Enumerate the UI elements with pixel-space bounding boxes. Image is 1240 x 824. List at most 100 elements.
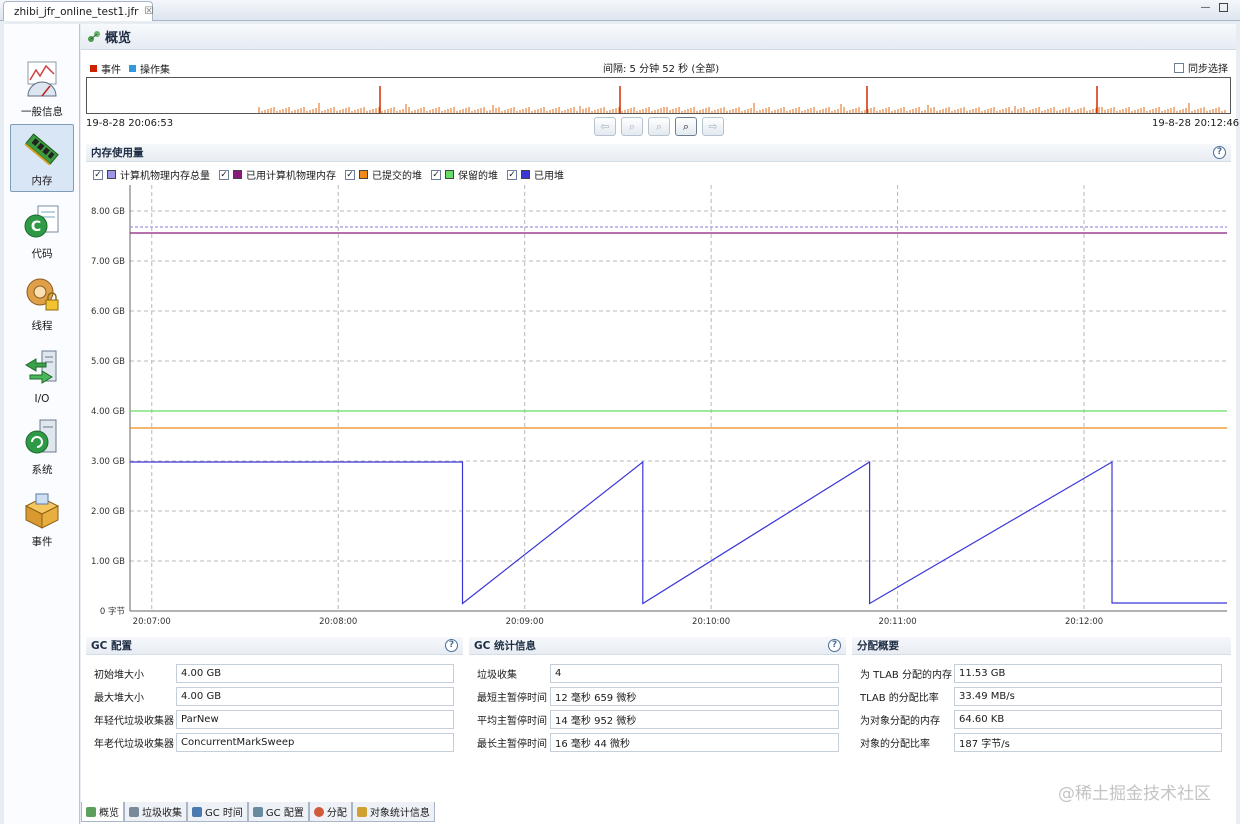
events-legend-label: 事件 (101, 65, 121, 76)
stat-value: 14 毫秒 952 微秒 (550, 709, 839, 729)
trash-icon (129, 806, 139, 817)
tab-gc-time[interactable]: GC 时间 (187, 802, 248, 822)
editor-tab-title: zhibi_jfr_online_test1.jfr (14, 5, 139, 18)
overview-icon (86, 806, 96, 817)
nav-label-threads: 线程 (31, 320, 53, 332)
y-tick-label: 2.00 GB (91, 507, 125, 517)
timeline-legend: 事件 操作集 (90, 61, 170, 76)
y-tick-label: 7.00 GB (91, 257, 125, 267)
editor-tab[interactable]: zhibi_jfr_online_test1.jfr ☒ (3, 1, 153, 21)
arrow-right-icon: ⇨ (708, 120, 718, 133)
stat-value: 33.49 MB/s (954, 686, 1222, 706)
events-legend-swatch (90, 65, 97, 72)
memory-usage-header: 内存使用量 ? (86, 144, 1231, 162)
legend-entry[interactable]: ✓ 计算机物理内存总量 (93, 167, 210, 182)
zoom-all-button[interactable]: ⌕ (675, 117, 697, 136)
tab-label: GC 时间 (205, 808, 243, 819)
series-legend: ✓ 计算机物理内存总量 ✓ 已用计算机物理内存 ✓ 已提交的堆 ✓ 保留的堆 ✓… (93, 167, 568, 182)
page-header: 概览 (81, 24, 1236, 50)
tab-object-stats[interactable]: 对象统计信息 (351, 802, 435, 822)
nav-item-io[interactable]: I/O (10, 340, 74, 408)
stat-row: 初始堆大小 4.00 GB (86, 663, 462, 683)
system-server-icon (25, 419, 57, 454)
server-arrows-icon (25, 350, 57, 384)
nav-label-general: 一般信息 (21, 106, 63, 118)
bottom-tab-bar: 概览 垃圾收集 GC 时间 GC 配置 分配 对象统计信息 (81, 802, 435, 822)
stat-row: 年老代垃圾收集器 ConcurrentMarkSweep (86, 732, 462, 752)
stat-row: 对象的分配比率 187 字节/s (852, 732, 1228, 752)
box-events-icon (24, 493, 60, 529)
stat-value: 12 毫秒 659 微秒 (550, 686, 839, 706)
zoom-out-button[interactable]: ⌕ (648, 117, 670, 136)
tab-garbage-collection[interactable]: 垃圾收集 (124, 802, 187, 822)
overview-icon (88, 30, 100, 42)
minimize-button[interactable]: — (1200, 3, 1211, 14)
close-icon[interactable]: ☒ (145, 6, 154, 17)
svg-text:C: C (31, 219, 41, 235)
zoom-in-button[interactable]: ⌕ (621, 117, 643, 136)
timeline-nav-buttons: ⇦ ⌕ ⌕ ⌕ ⇨ (594, 117, 724, 136)
nav-item-general[interactable]: 一般信息 (10, 54, 74, 122)
series-checkbox[interactable]: ✓ (507, 169, 517, 180)
timeline-spikes (258, 86, 1226, 113)
interval-text: 间隔: 5 分钟 52 秒 (全部) (603, 60, 719, 75)
series-checkbox[interactable]: ✓ (431, 169, 441, 180)
sync-selection[interactable]: 同步选择 (1174, 60, 1228, 75)
legend-entry[interactable]: ✓ 已用计算机物理内存 (219, 167, 336, 182)
x-tick-label: 20:10:00 (692, 617, 730, 627)
sync-selection-label: 同步选择 (1188, 64, 1228, 75)
tab-overview[interactable]: 概览 (81, 802, 124, 822)
interval-label: 间隔: 5 分钟 52 秒 (全部) (603, 64, 720, 75)
stat-label: TLAB 的分配比率 (860, 692, 939, 704)
nav-item-threads[interactable]: 线程 (10, 268, 74, 336)
gear-lock-icon (26, 278, 59, 311)
stat-value: ConcurrentMarkSweep (176, 732, 454, 752)
back-button[interactable]: ⇦ (594, 117, 616, 136)
help-icon[interactable]: ? (1213, 146, 1226, 159)
sync-selection-checkbox[interactable] (1174, 62, 1184, 73)
series-checkbox[interactable]: ✓ (345, 169, 355, 180)
tab-label: 概览 (99, 808, 119, 819)
x-tick-label: 20:07:00 (133, 617, 171, 627)
stat-row: 最短主暂停时间 12 毫秒 659 微秒 (469, 686, 845, 706)
nav-item-events[interactable]: 事件 (10, 484, 74, 552)
timeline-start-time: 19-8-28 20:06:53 (86, 118, 174, 129)
nav-item-memory[interactable]: 内存 (10, 124, 74, 192)
tab-allocation[interactable]: 分配 (308, 802, 352, 822)
page-title: 概览 (105, 31, 132, 46)
stat-row: TLAB 的分配比率 33.49 MB/s (852, 686, 1228, 706)
timeline-overview[interactable] (86, 77, 1231, 114)
series-checkbox[interactable]: ✓ (93, 169, 103, 180)
allocation-icon (313, 806, 324, 817)
series-label: 已用计算机物理内存 (246, 171, 336, 182)
maximize-button[interactable] (1219, 3, 1228, 12)
tab-label: 分配 (326, 808, 347, 819)
operations-legend-swatch (129, 65, 136, 72)
series-swatch (521, 170, 530, 179)
y-tick-label: 0 字节 (100, 606, 126, 617)
legend-entry[interactable]: ✓ 已提交的堆 (345, 167, 422, 182)
stat-value: 4.00 GB (176, 686, 454, 706)
nav-label-memory: 内存 (31, 175, 53, 187)
forward-button[interactable]: ⇨ (702, 117, 724, 136)
editor-tab-bar: zhibi_jfr_online_test1.jfr ☒ — (0, 0, 1240, 21)
gauge-chart-icon (27, 61, 57, 97)
memory-usage-chart[interactable]: 0 字节 1.00 GB 2.00 GB 3.00 GB 4.00 GB 5.00 GB 6… (86, 185, 1231, 635)
stat-row: 为 TLAB 分配的内存 11.53 GB (852, 663, 1228, 683)
legend-entry[interactable]: ✓ 已用堆 (507, 167, 564, 182)
y-tick-label: 8.00 GB (91, 207, 125, 217)
window-controls: — (1200, 3, 1228, 14)
stat-row: 最大堆大小 4.00 GB (86, 686, 462, 706)
watermark-text: @稀土掘金技术社区 (1058, 784, 1211, 804)
y-tick-label: 3.00 GB (91, 457, 125, 467)
tab-gc-config[interactable]: GC 配置 (247, 802, 309, 822)
x-tick-label: 20:12:00 (1065, 617, 1103, 627)
nav-item-system[interactable]: 系统 (10, 412, 74, 480)
stat-label: 最短主暂停时间 (477, 692, 547, 704)
stat-label: 年老代垃圾收集器 (94, 738, 174, 750)
nav-item-code[interactable]: C 代码 (10, 196, 74, 264)
series-checkbox[interactable]: ✓ (219, 169, 229, 180)
timeline-end-time: 19-8-28 20:12:46 (1152, 118, 1240, 129)
plot-area (130, 185, 1227, 611)
legend-entry[interactable]: ✓ 保留的堆 (431, 167, 498, 182)
